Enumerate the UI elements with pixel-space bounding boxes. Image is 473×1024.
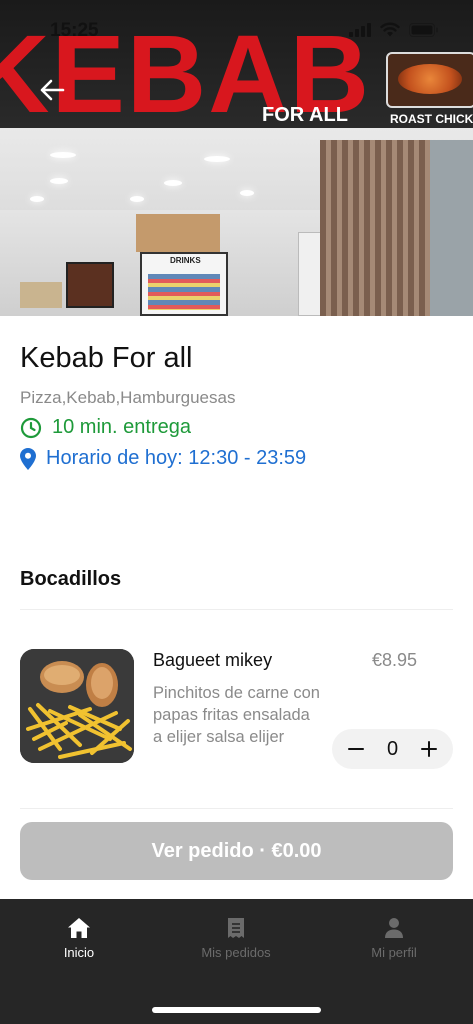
signal-icon <box>349 22 371 37</box>
ceiling-light <box>50 178 68 184</box>
opening-hours: Horario de hoy: 12:30 - 23:59 <box>20 447 306 470</box>
home-indicator[interactable] <box>152 1007 321 1013</box>
sign-pizza-box <box>386 52 473 108</box>
hero-side-panel <box>430 140 473 316</box>
receipt-icon <box>228 918 244 938</box>
clock-icon <box>20 417 42 438</box>
hero-menu-board <box>66 262 114 308</box>
hero-counter <box>20 282 62 308</box>
view-order-button[interactable]: Ver pedido · €0.00 <box>20 822 453 880</box>
status-bar: 15:25 <box>0 0 473 58</box>
menu-item-image[interactable] <box>20 649 134 763</box>
delivery-time-label: 10 min. entrega <box>52 416 191 438</box>
decrement-button[interactable] <box>346 739 366 759</box>
battery-icon <box>409 22 439 37</box>
ceiling-light <box>204 156 230 162</box>
back-button[interactable] <box>36 74 68 106</box>
drinks-label: DRINKS <box>170 256 201 265</box>
wifi-icon <box>380 22 400 37</box>
divider <box>20 808 453 809</box>
restaurant-name: Kebab For all <box>20 342 193 374</box>
ceiling-light <box>240 190 254 196</box>
tab-label: Inicio <box>63 945 95 960</box>
section-title: Bocadillos <box>20 568 122 590</box>
menu-item-name: Bagueet mikey <box>153 650 273 670</box>
menu-item-price: €8.95 <box>371 650 417 670</box>
tab-mis-pedidos[interactable]: Mis pedidos <box>176 917 296 960</box>
delivery-time: 10 min. entrega <box>20 416 191 439</box>
ceiling-light <box>30 196 44 202</box>
tab-mi-perfil[interactable]: Mi perfil <box>334 917 454 960</box>
plus-icon <box>421 741 437 757</box>
minus-icon <box>348 748 364 750</box>
hero-wood-slats <box>320 140 430 316</box>
quantity-stepper: 0 <box>332 729 453 769</box>
status-icons <box>349 22 439 37</box>
tab-inicio[interactable]: Inicio <box>19 917 139 960</box>
restaurant-categories: Pizza,Kebab,Hamburguesas <box>20 388 236 407</box>
menu-item-description: Pinchitos de carne con papas fritas ensa… <box>153 684 320 746</box>
baguette-fries-image <box>20 649 134 763</box>
tab-label: Mis pedidos <box>201 945 271 960</box>
sign-subtitle: FOR ALL <box>262 104 348 126</box>
tab-label: Mi perfil <box>371 945 417 960</box>
person-icon <box>385 918 403 938</box>
ceiling-light <box>164 180 182 186</box>
arrow-left-icon <box>40 79 65 101</box>
increment-button[interactable] <box>419 739 439 759</box>
tab-bar: Inicio Mis pedidos Mi perfil <box>0 899 473 1024</box>
quantity-value: 0 <box>386 737 399 760</box>
status-time: 15:25 <box>50 20 99 41</box>
sign-roast: ROAST CHICKEN - <box>390 112 473 126</box>
location-pin-icon <box>20 447 36 470</box>
ceiling-light <box>130 196 144 202</box>
home-icon <box>68 918 90 938</box>
divider <box>20 609 453 610</box>
hero-boxes <box>136 214 220 252</box>
ceiling-light <box>50 152 76 158</box>
opening-hours-label: Horario de hoy: 12:30 - 23:59 <box>46 447 307 469</box>
